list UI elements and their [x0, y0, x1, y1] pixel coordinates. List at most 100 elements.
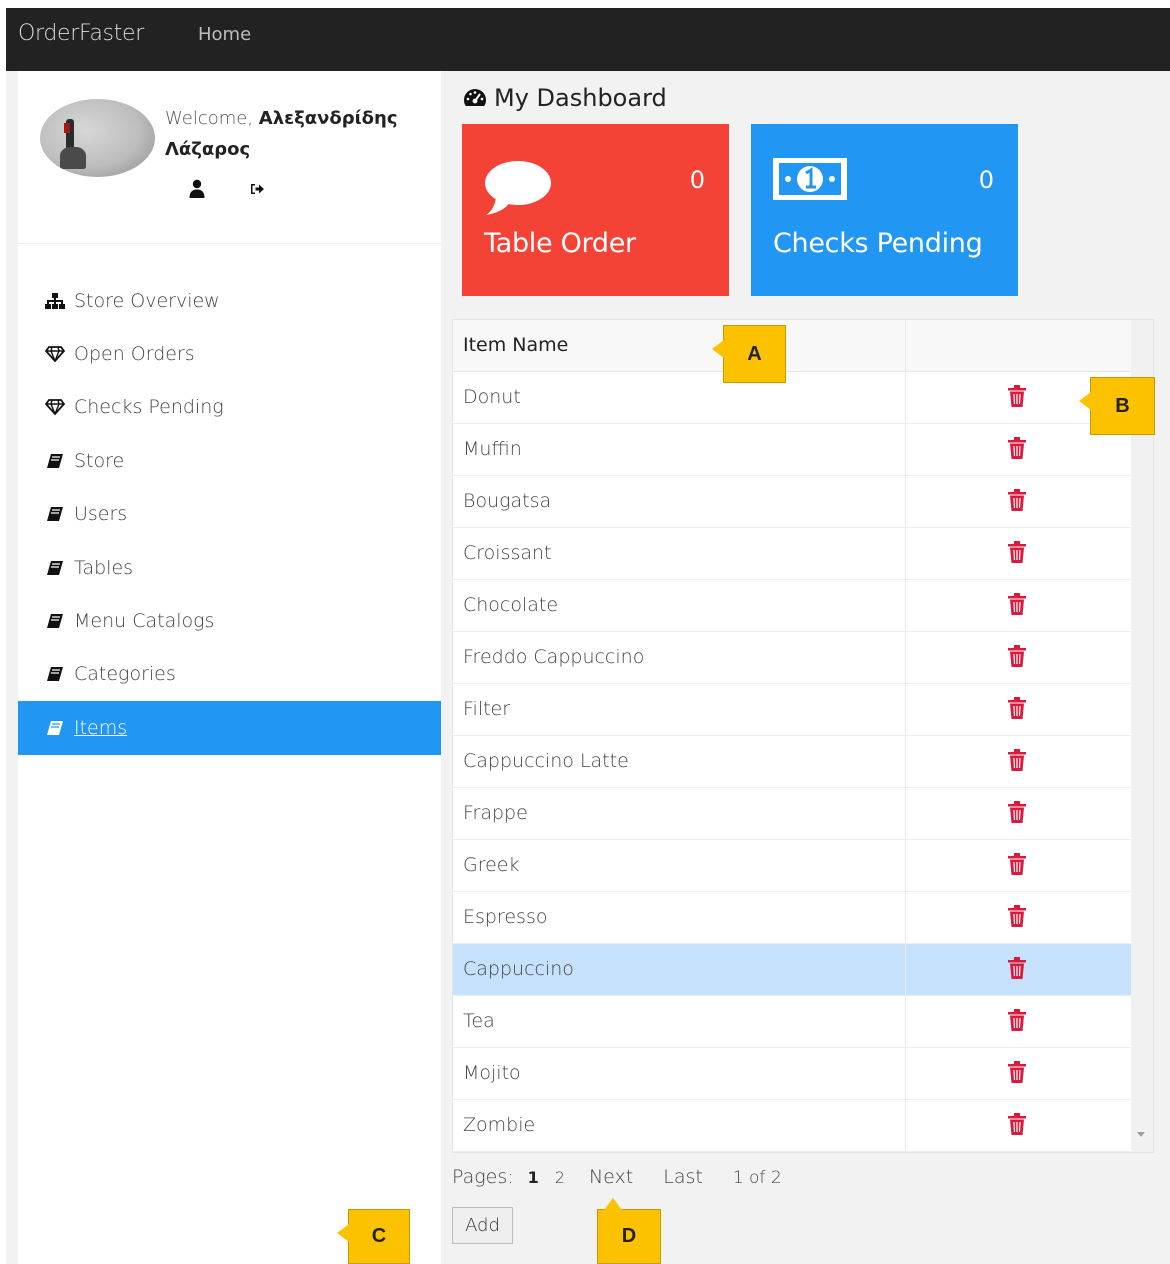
pagination: Pages: 1 2 Next Last 1 of 2: [452, 1166, 782, 1188]
sitemap-icon: [44, 292, 66, 310]
profile-panel: Welcome, Αλεξανδρίδης Λάζαρος: [18, 71, 441, 244]
vertical-scrollbar[interactable]: [1131, 320, 1153, 1152]
trash-icon[interactable]: [1008, 749, 1026, 771]
sidebar-item-menu-catalogs[interactable]: Menu Catalogs: [18, 594, 441, 647]
table-row[interactable]: Freddo Cappuccino: [453, 632, 1131, 684]
sidebar-item-checks-pending[interactable]: Checks Pending: [18, 381, 441, 434]
table-row[interactable]: Mojito: [453, 1048, 1131, 1100]
column-header-item-name[interactable]: Item Name: [463, 334, 568, 356]
item-name-cell: Muffin: [463, 438, 522, 460]
add-button[interactable]: Add: [452, 1207, 513, 1244]
table-row[interactable]: Muffin: [453, 424, 1131, 476]
next-page-link[interactable]: Next: [589, 1166, 633, 1188]
table-row[interactable]: Cappuccino Latte: [453, 736, 1131, 788]
trash-icon[interactable]: [1008, 957, 1026, 979]
book-icon: [44, 505, 66, 523]
page-2-link[interactable]: 2: [555, 1168, 565, 1187]
sidebar: Welcome, Αλεξανδρίδης Λάζαρος Store Over…: [18, 71, 441, 1264]
table-row[interactable]: Donut: [453, 372, 1131, 424]
sidebar-item-store-overview[interactable]: Store Overview: [18, 274, 441, 327]
table-row[interactable]: Espresso: [453, 892, 1131, 944]
callout-a: A: [712, 325, 786, 383]
sidebar-item-label: Menu Catalogs: [74, 610, 215, 633]
sidebar-item-open-orders[interactable]: Open Orders: [18, 327, 441, 380]
trash-icon[interactable]: [1008, 1009, 1026, 1031]
item-name-cell: Espresso: [463, 906, 548, 928]
sidebar-item-tables[interactable]: Tables: [18, 541, 441, 594]
trash-icon[interactable]: [1008, 437, 1026, 459]
sign-out-icon[interactable]: [248, 179, 266, 199]
item-name-cell: Croissant: [463, 542, 552, 564]
trash-icon[interactable]: [1008, 541, 1026, 563]
book-icon: [44, 559, 66, 577]
card-checks-pending[interactable]: 0 Checks Pending: [751, 124, 1018, 296]
sidebar-item-label: Tables: [74, 556, 134, 579]
table-row[interactable]: Frappe: [453, 788, 1131, 840]
last-page-link[interactable]: Last: [663, 1166, 703, 1188]
table-body: Donut Muffin Bougatsa Croissant Chocolate Fre…: [453, 372, 1131, 1152]
trash-icon[interactable]: [1008, 905, 1026, 927]
sidebar-item-label: Checks Pending: [74, 396, 224, 419]
table-row[interactable]: Bougatsa: [453, 476, 1131, 528]
page-title: My Dashboard: [462, 84, 667, 112]
sidebar-item-label: Store: [74, 449, 125, 472]
sidebar-item-label: Store Overview: [74, 289, 220, 312]
nav-home-link[interactable]: Home: [198, 24, 251, 45]
sidebar-item-label: Categories: [74, 663, 176, 686]
item-name-cell: Bougatsa: [463, 490, 552, 512]
sidebar-item-categories[interactable]: Categories: [18, 648, 441, 701]
left-gutter: [6, 71, 18, 1264]
sidebar-item-store[interactable]: Store: [18, 434, 441, 487]
money-bill-icon: [773, 158, 847, 200]
scroll-down-arrow[interactable]: [1137, 1132, 1145, 1137]
book-icon: [44, 452, 66, 470]
table-row[interactable]: Greek: [453, 840, 1131, 892]
book-icon: [44, 665, 66, 683]
card-table-order[interactable]: 0 Table Order: [462, 124, 729, 296]
sidebar-item-users[interactable]: Users: [18, 488, 441, 541]
trash-icon[interactable]: [1008, 697, 1026, 719]
sidebar-item-label: Open Orders: [74, 343, 195, 366]
table-row[interactable]: Zombie: [453, 1100, 1131, 1152]
dashboard-title: My Dashboard: [494, 84, 667, 112]
brand-logo[interactable]: OrderFaster: [18, 21, 144, 46]
top-navbar: OrderFaster Home: [6, 8, 1170, 71]
table-order-label: Table Order: [484, 228, 636, 259]
item-name-cell: Cappuccino: [463, 958, 574, 980]
book-icon: [44, 612, 66, 630]
diamond-icon: [44, 345, 66, 363]
page-1-link[interactable]: 1: [528, 1168, 539, 1187]
table-row[interactable]: Croissant: [453, 528, 1131, 580]
item-name-cell: Frappe: [463, 802, 528, 824]
item-name-cell: Tea: [463, 1010, 495, 1032]
table-row[interactable]: Cappuccino: [453, 944, 1131, 996]
item-name-cell: Mojito: [463, 1062, 521, 1084]
table-header: Item Name: [453, 320, 1131, 372]
trash-icon[interactable]: [1008, 1113, 1026, 1135]
trash-icon[interactable]: [1008, 645, 1026, 667]
page-count: 1 of 2: [732, 1168, 782, 1188]
sidebar-item-label: Items: [74, 716, 128, 739]
item-name-cell: Filter: [463, 698, 511, 720]
item-name-cell: Cappuccino Latte: [463, 750, 629, 772]
trash-icon[interactable]: [1008, 489, 1026, 511]
table-row[interactable]: Chocolate: [453, 580, 1131, 632]
trash-icon[interactable]: [1008, 853, 1026, 875]
callout-b: B: [1079, 377, 1155, 435]
sidebar-item-items[interactable]: Items: [18, 701, 441, 755]
table-order-count: 0: [689, 166, 705, 194]
avatar: [40, 99, 155, 177]
trash-icon[interactable]: [1008, 385, 1026, 407]
table-row[interactable]: Filter: [453, 684, 1131, 736]
sidebar-menu: Store Overview Open Orders Checks Pending S…: [18, 274, 441, 755]
callout-d: D: [597, 1198, 661, 1264]
user-icon[interactable]: [188, 179, 206, 199]
dashboard-icon: [464, 89, 486, 106]
callout-c: C: [337, 1209, 410, 1264]
speech-bubble-icon: [485, 161, 551, 215]
table-row[interactable]: Tea: [453, 996, 1131, 1048]
book-icon: [44, 719, 66, 737]
trash-icon[interactable]: [1008, 801, 1026, 823]
trash-icon[interactable]: [1008, 1061, 1026, 1083]
trash-icon[interactable]: [1008, 593, 1026, 615]
